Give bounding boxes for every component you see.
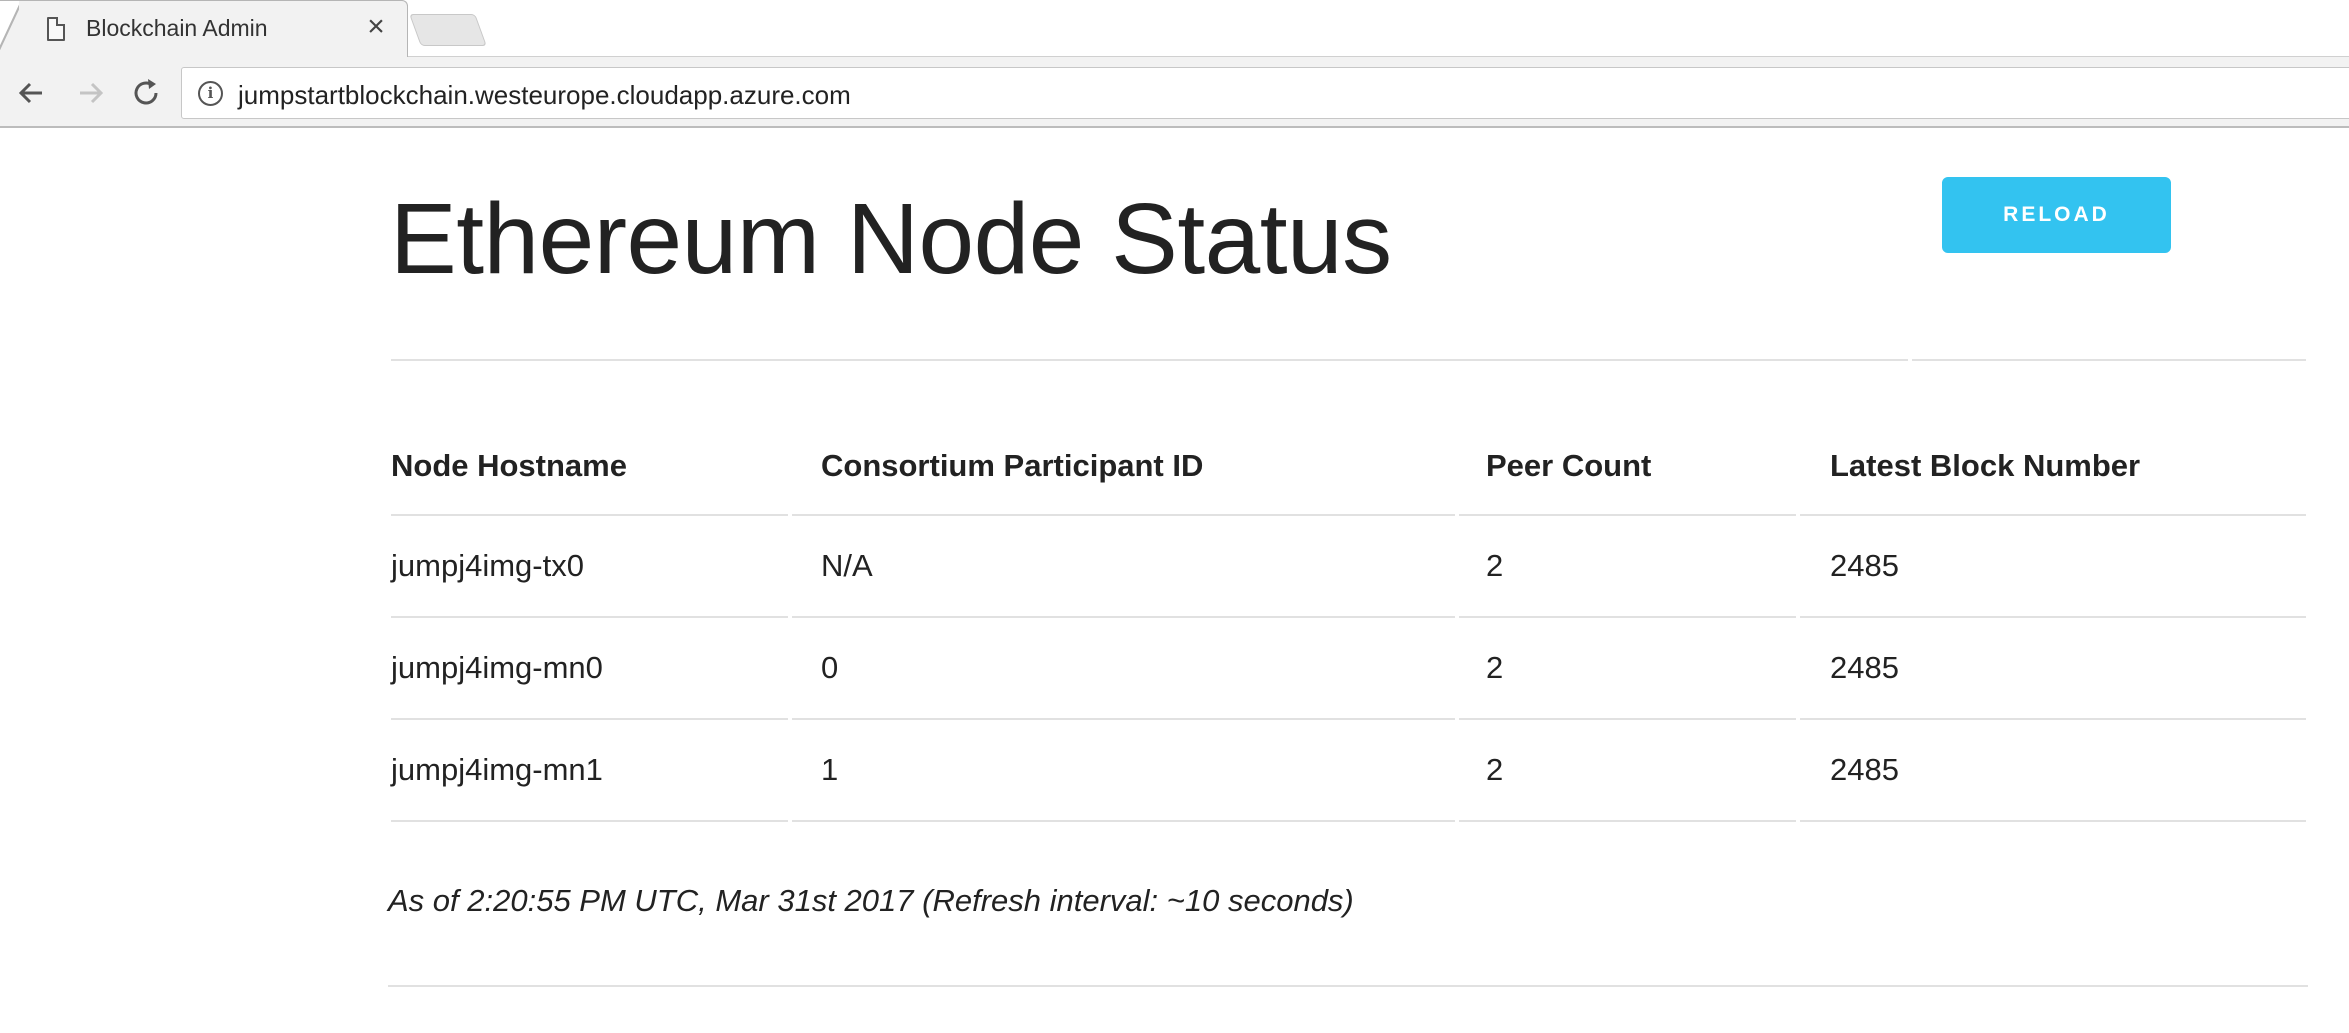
tab-edge <box>0 1 19 58</box>
header-latest-block: Latest Block Number <box>1800 430 2306 516</box>
browser-tab[interactable]: Blockchain Admin × <box>0 0 408 58</box>
header-node-hostname: Node Hostname <box>391 430 788 516</box>
cell-participant-id: 1 <box>802 720 1455 822</box>
table-header-row: Node Hostname Consortium Participant ID … <box>391 430 2306 516</box>
reload-button[interactable]: RELOAD <box>1942 177 2171 253</box>
cell-hostname: jumpj4img-tx0 <box>391 516 788 618</box>
cell-block-number: 2485 <box>1800 516 2306 618</box>
back-arrow-icon[interactable] <box>12 73 52 113</box>
cell-participant-id: N/A <box>802 516 1455 618</box>
cell-peer-count: 2 <box>1459 516 1796 618</box>
close-icon[interactable]: × <box>361 12 391 42</box>
info-icon[interactable]: i <box>198 81 223 106</box>
footer-divider <box>388 985 2308 987</box>
divider <box>1912 359 2306 361</box>
cell-participant-id: 0 <box>802 618 1455 720</box>
header-peer-count: Peer Count <box>1459 430 1796 516</box>
address-bar[interactable]: i jumpstartblockchain.westeurope.cloudap… <box>181 67 2349 119</box>
reload-icon[interactable] <box>126 73 166 113</box>
header-participant-id: Consortium Participant ID <box>802 430 1455 516</box>
page-title: Ethereum Node Status <box>390 183 1392 295</box>
table-row: jumpj4img-mn0 0 2 2485 <box>391 618 2306 720</box>
node-status-table: Node Hostname Consortium Participant ID … <box>391 430 2306 822</box>
cell-hostname: jumpj4img-mn1 <box>391 720 788 822</box>
cell-peer-count: 2 <box>1459 720 1796 822</box>
table-row: jumpj4img-mn1 1 2 2485 <box>391 720 2306 822</box>
cell-block-number: 2485 <box>1800 720 2306 822</box>
new-tab-button[interactable] <box>409 14 487 46</box>
cell-block-number: 2485 <box>1800 618 2306 720</box>
cell-peer-count: 2 <box>1459 618 1796 720</box>
divider <box>391 359 1908 361</box>
file-icon <box>47 17 65 41</box>
browser-tabstrip: Blockchain Admin × <box>0 0 2349 58</box>
last-updated-text: As of 2:20:55 PM UTC, Mar 31st 2017 (Ref… <box>388 883 1354 918</box>
forward-arrow-icon[interactable] <box>70 73 110 113</box>
tab-title: Blockchain Admin <box>86 15 268 41</box>
url-text: jumpstartblockchain.westeurope.cloudapp.… <box>238 80 851 110</box>
table-row: jumpj4img-tx0 N/A 2 2485 <box>391 516 2306 618</box>
cell-hostname: jumpj4img-mn0 <box>391 618 788 720</box>
browser-toolbar: i jumpstartblockchain.westeurope.cloudap… <box>0 57 2349 128</box>
